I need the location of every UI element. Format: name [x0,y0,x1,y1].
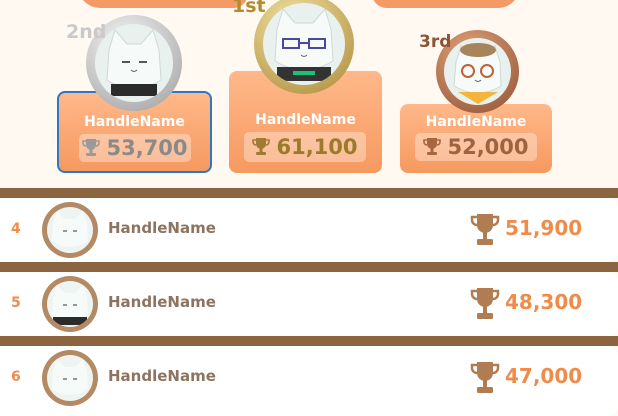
trophy-icon [82,139,101,156]
rank-label-1st: 1st [232,0,266,17]
podium-score: 53,700 [106,136,188,160]
podium-score: 61,100 [276,135,358,159]
header-banner-right [372,0,520,8]
podium-name: HandleName [255,112,356,128]
player-score: 47,000 [505,364,583,388]
score-box: 61,100 [244,132,366,162]
ranking-row[interactable]: 5 HandleName 48,300 [0,272,618,336]
avatar [42,350,98,406]
ranking-row[interactable]: 6 HandleName 47,000 [0,346,618,416]
podium-score: 52,000 [447,135,529,159]
player-score: 48,300 [505,290,583,314]
ranking-row[interactable]: 4 HandleName 51,900 [0,198,618,262]
trophy-icon [470,288,500,319]
player-name: HandleName [108,367,216,385]
trophy-icon [470,362,500,393]
cat-avatar-icon [444,38,511,105]
rank-label-2nd: 2nd [66,21,107,43]
cat-avatar-icon [95,24,173,102]
podium-card-3rd[interactable]: HandleName 52,000 [400,104,552,173]
player-name: HandleName [108,219,216,237]
row-divider [0,262,618,272]
player-score: 51,900 [505,216,583,240]
rank-number: 6 [11,369,21,385]
row-divider [0,188,618,198]
avatar [42,202,98,258]
trophy-icon [470,214,500,245]
rank-number: 5 [11,295,21,311]
rank-label-3rd: 3rd [419,32,452,52]
podium-name: HandleName [425,114,527,130]
trophy-icon [423,138,442,155]
player-name: HandleName [108,293,216,311]
avatar [42,276,98,332]
score-box: 52,000 [415,133,537,161]
header-banner-left [78,0,248,8]
trophy-icon [252,138,271,155]
score-box: 53,700 [79,134,191,162]
cat-avatar-icon [263,3,345,85]
podium-name: HandleName [84,114,185,130]
row-divider [0,336,618,346]
rank-number: 4 [11,221,21,237]
